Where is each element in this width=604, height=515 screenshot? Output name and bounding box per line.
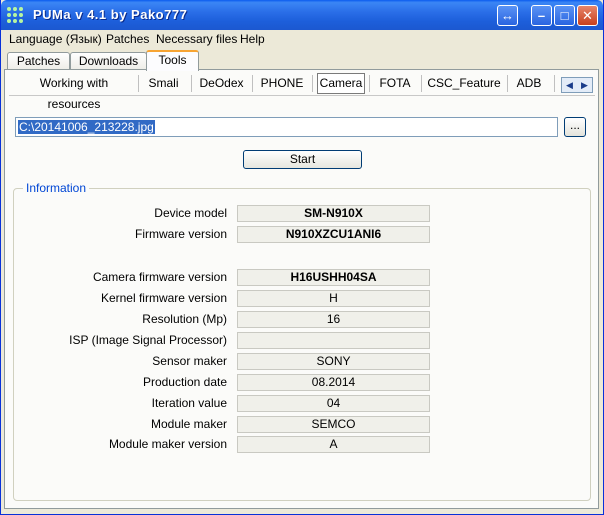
menu-bar: Language (Язык) Patches Necessary files … (1, 30, 603, 49)
subtab-fota[interactable]: FOTA (372, 73, 418, 94)
label-isp: ISP (Image Signal Processor) (69, 333, 227, 347)
value-resolution: 16 (237, 311, 430, 328)
tab-tools[interactable]: Tools (146, 50, 199, 71)
value-firmware-version: N910XZCU1ANI6 (237, 226, 430, 243)
window-title: PUMa v 4.1 by Pako777 (33, 7, 188, 22)
minimize-button[interactable]: – (531, 5, 552, 26)
value-module-maker: SEMCO (237, 416, 430, 433)
arrow-left-icon[interactable]: ◀ (562, 78, 577, 92)
value-kernel-firmware-version: H (237, 290, 430, 307)
subtab-smali[interactable]: Smali (141, 73, 186, 94)
label-kernel-firmware-version: Kernel firmware version (100, 291, 227, 305)
subtab-scroll-arrows[interactable]: ◀ ▶ (561, 77, 593, 93)
value-isp (237, 332, 430, 349)
title-bar[interactable]: PUMa v 4.1 by Pako777 ↔ – □ ✕ (1, 0, 603, 30)
value-module-maker-version: A (237, 436, 430, 453)
browse-button[interactable]: ... (564, 117, 586, 137)
subtab-divider (9, 95, 595, 96)
value-production-date: 08.2014 (237, 374, 430, 391)
subtab-working-with-resources[interactable]: Working with resources (13, 73, 135, 111)
minimize-icon: – (537, 8, 546, 23)
label-iteration-value: Iteration value (151, 396, 227, 410)
restore-icon: ↔ (501, 8, 514, 23)
value-camera-firmware-version: H16USHH04SA (237, 269, 430, 286)
start-button[interactable]: Start (243, 150, 362, 169)
label-module-maker: Module maker (150, 417, 227, 431)
app-window: PUMa v 4.1 by Pako777 ↔ – □ ✕ Language (… (0, 0, 604, 515)
subtab-deodex[interactable]: DeOdex (194, 73, 249, 94)
label-camera-firmware-version: Camera firmware version (92, 270, 227, 284)
close-icon: ✕ (582, 7, 593, 23)
menu-patches[interactable]: Patches (106, 32, 149, 46)
menu-help[interactable]: Help (240, 32, 265, 46)
value-iteration-value: 04 (237, 395, 430, 412)
subtab-separator (507, 75, 508, 92)
app-grid-icon (7, 7, 23, 23)
label-firmware-version: Firmware version (134, 227, 227, 241)
maximize-icon: □ (560, 8, 569, 23)
subtab-separator (421, 75, 422, 92)
label-device-model: Device model (154, 206, 227, 220)
maximize-button[interactable]: □ (554, 5, 575, 26)
label-resolution: Resolution (Mp) (142, 312, 227, 326)
subtab-phone[interactable]: PHONE (255, 73, 309, 94)
subtab-csc-feature[interactable]: CSC_Feature (424, 73, 504, 94)
value-sensor-maker: SONY (237, 353, 430, 370)
value-device-model: SM-N910X (237, 205, 430, 222)
subtab-separator (252, 75, 253, 92)
file-path-text: C:\20141006_213228.jpg (18, 120, 155, 134)
file-path-input[interactable]: C:\20141006_213228.jpg (15, 117, 558, 137)
menu-necessary-files[interactable]: Necessary files (156, 32, 237, 46)
subtab-separator (138, 75, 139, 92)
arrow-right-icon[interactable]: ▶ (577, 78, 592, 92)
label-sensor-maker: Sensor maker (152, 354, 227, 368)
information-legend: Information (23, 181, 90, 195)
restore-button[interactable]: ↔ (497, 5, 518, 26)
close-button[interactable]: ✕ (577, 5, 598, 26)
subtab-separator (369, 75, 370, 92)
subtab-separator (312, 75, 313, 92)
subtab-separator (191, 75, 192, 92)
subtab-adb[interactable]: ADB (510, 73, 548, 94)
subtab-camera[interactable]: Camera (317, 73, 365, 94)
label-module-maker-version: Module maker version (108, 437, 227, 451)
menu-language[interactable]: Language (Язык) (9, 32, 102, 46)
subtab-separator (554, 75, 555, 92)
label-production-date: Production date (142, 375, 227, 389)
